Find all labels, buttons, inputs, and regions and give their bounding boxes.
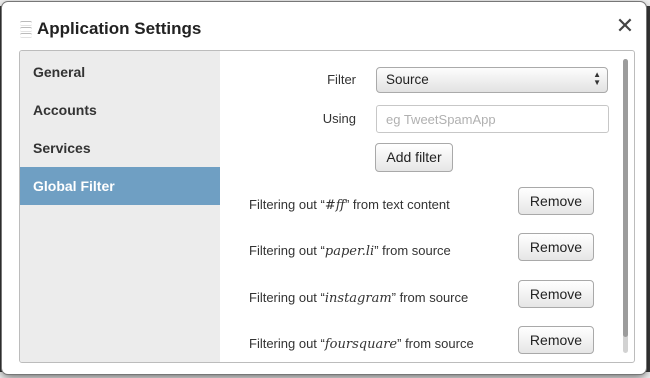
filter-term: instagram [324, 291, 392, 306]
filter-label: Filter [327, 72, 356, 87]
filter-description: Filtering out “paper.li” from source [249, 243, 451, 259]
add-filter-button[interactable]: Add filter [375, 143, 453, 172]
filter-row: Filtering out “paper.li” from source Rem… [220, 230, 634, 270]
scrollbar-thumb[interactable] [623, 59, 628, 337]
updown-arrows-icon: ▲ ▼ [593, 70, 601, 87]
filter-description: Filtering out “foursquare” from source [249, 336, 474, 352]
remove-filter-button[interactable]: Remove [518, 280, 594, 308]
global-filter-content: Filter Source ▲▼ Using Add filter Filter… [220, 51, 634, 362]
filter-description: Filtering out “#ff” from text content [249, 197, 450, 213]
filter-term: #ff [324, 198, 345, 213]
sidebar-item-accounts[interactable]: Accounts [20, 91, 220, 129]
remove-filter-button[interactable]: Remove [518, 233, 594, 261]
filter-type-value: Source [386, 72, 429, 87]
filter-term: paper.li [324, 244, 375, 259]
settings-panel: General Accounts Services Global Filter … [19, 50, 635, 363]
remove-filter-button[interactable]: Remove [518, 187, 594, 215]
dialog-title: Application Settings [37, 19, 202, 38]
grip-icon[interactable] [20, 21, 34, 39]
filter-row: Filtering out “foursquare” from source R… [220, 323, 634, 362]
content-scrollbar[interactable] [623, 59, 628, 353]
sidebar-item-services[interactable]: Services [20, 129, 220, 167]
settings-sidebar: General Accounts Services Global Filter [20, 51, 220, 362]
sidebar-item-general[interactable]: General [20, 53, 220, 91]
using-input[interactable] [376, 105, 609, 133]
remove-filter-button[interactable]: Remove [518, 326, 594, 354]
filter-row: Filtering out “instagram” from source Re… [220, 277, 634, 317]
close-icon[interactable]: ✕ [614, 15, 636, 37]
filter-description: Filtering out “instagram” from source [249, 290, 469, 306]
sidebar-item-global-filter[interactable]: Global Filter [20, 167, 220, 205]
filter-term: foursquare [324, 337, 398, 352]
filter-row: Filtering out “#ff” from text content Re… [220, 184, 634, 224]
filter-type-select[interactable]: Source ▲ ▼ [376, 67, 608, 93]
dialog-titlebar[interactable]: Application Settings ✕ [2, 2, 646, 52]
using-label: Using [322, 111, 356, 126]
settings-dialog: Application Settings ✕ General Accounts … [2, 2, 646, 374]
